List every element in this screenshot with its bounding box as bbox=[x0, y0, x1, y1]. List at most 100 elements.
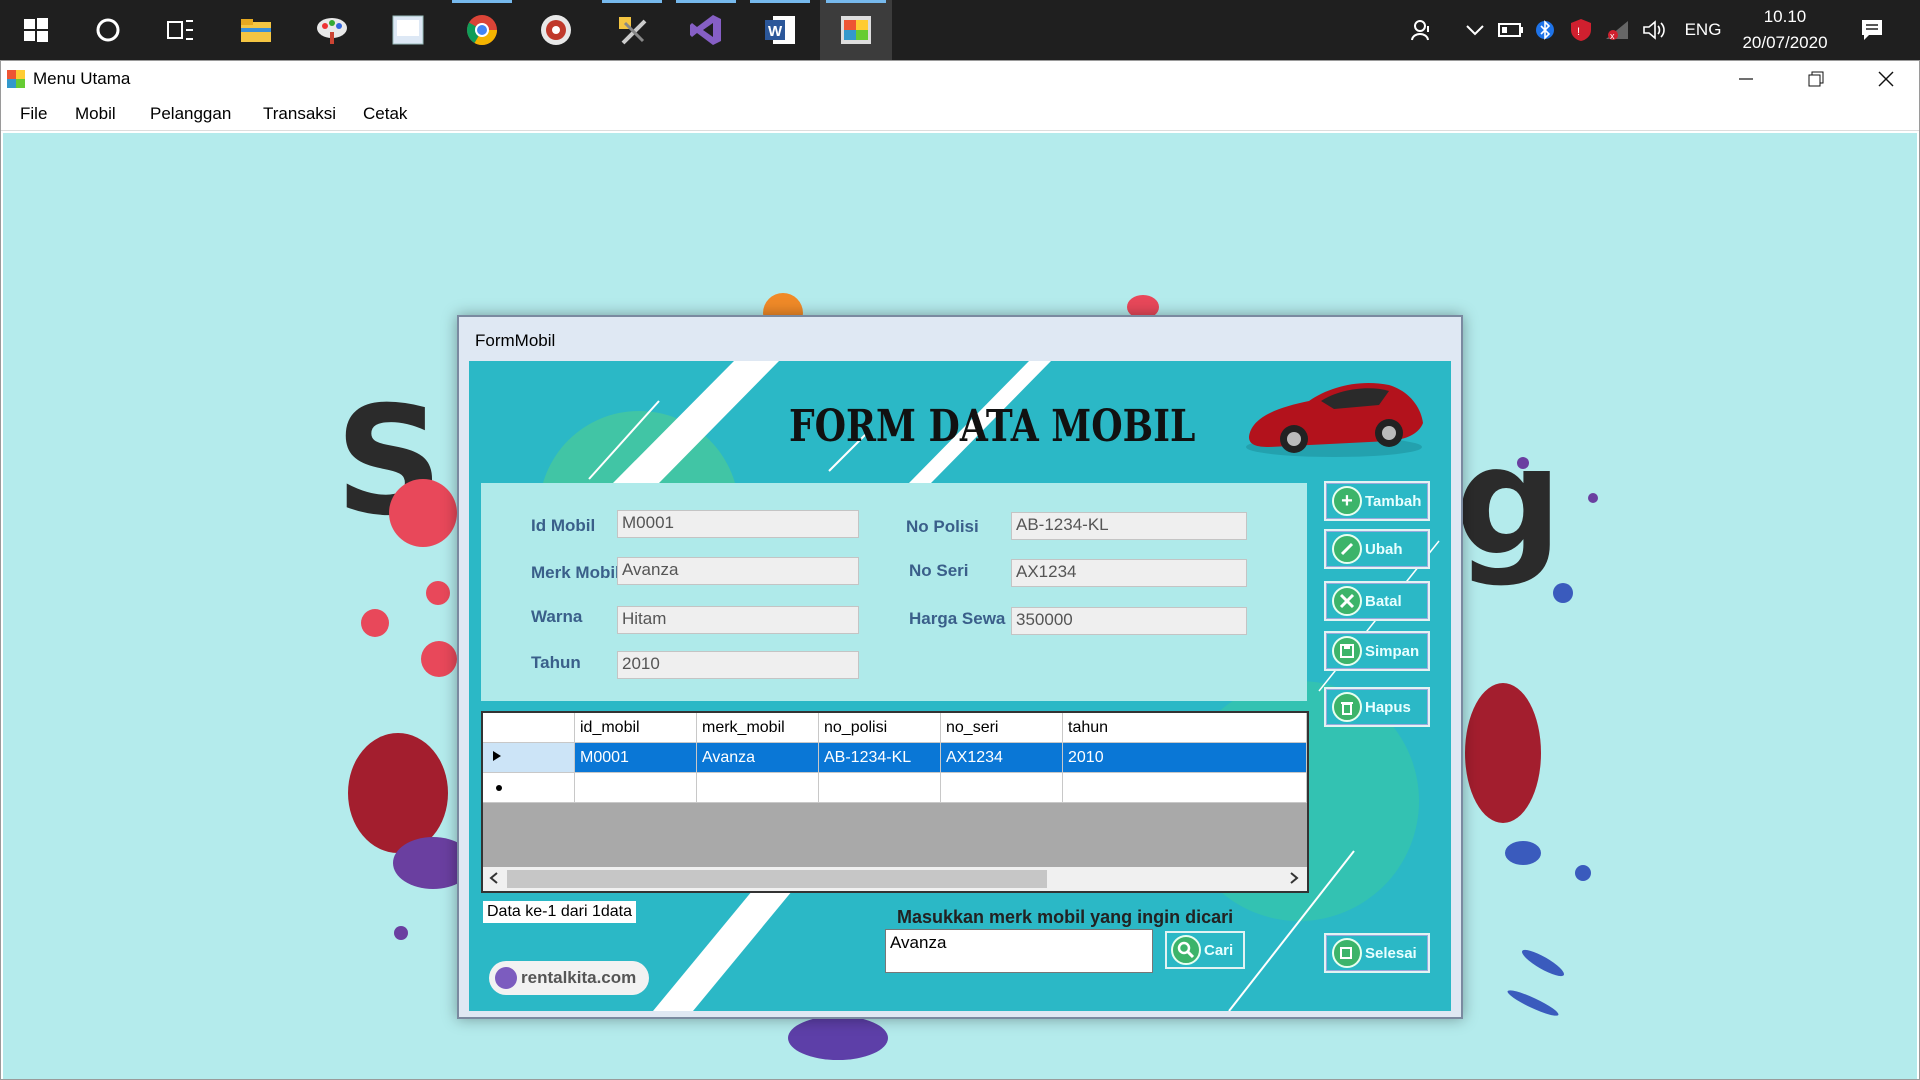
id-mobil-field[interactable]: M0001 bbox=[617, 510, 859, 538]
hapus-button[interactable]: Hapus bbox=[1324, 687, 1430, 727]
app-icon[interactable] bbox=[372, 0, 444, 60]
table-cell[interactable]: M0001 bbox=[575, 743, 697, 773]
label-tahun: Tahun bbox=[531, 653, 581, 672]
scrollbar-thumb[interactable] bbox=[507, 870, 1047, 888]
new-row-cell[interactable] bbox=[941, 773, 1063, 803]
grid-corner bbox=[483, 713, 575, 743]
task-view-icon[interactable] bbox=[144, 0, 216, 60]
trash-icon bbox=[1332, 692, 1362, 722]
form-title: FormMobil bbox=[475, 331, 556, 350]
label-warna: Warna bbox=[531, 607, 583, 626]
people-icon[interactable] bbox=[1404, 0, 1440, 60]
chrome-icon[interactable] bbox=[446, 0, 518, 60]
close-button[interactable] bbox=[1851, 61, 1920, 97]
input-panel: Id Mobil M0001 Merk Mobil Avanza Warna H… bbox=[481, 483, 1307, 701]
search-input[interactable]: Avanza bbox=[885, 929, 1153, 973]
paint-icon[interactable] bbox=[296, 0, 368, 60]
main-window: Menu Utama File Mobil Pelanggan Transaks… bbox=[0, 60, 1920, 1080]
tambah-label: Tambah bbox=[1365, 492, 1422, 510]
new-row-icon bbox=[496, 785, 502, 791]
no-seri-field[interactable]: AX1234 bbox=[1011, 559, 1247, 587]
data-grid[interactable]: id_mobil merk_mobil no_polisi no_seri ta… bbox=[481, 711, 1309, 893]
menu-pelanggan[interactable]: Pelanggan bbox=[150, 104, 231, 124]
cortana-icon[interactable] bbox=[72, 0, 144, 60]
clock-date: 20/07/2020 bbox=[1742, 33, 1828, 52]
app-icon bbox=[7, 70, 25, 93]
column-header-no-seri[interactable]: no_seri bbox=[941, 713, 1063, 743]
column-header-merk-mobil[interactable]: merk_mobil bbox=[697, 713, 819, 743]
warna-field[interactable]: Hitam bbox=[617, 606, 859, 634]
table-cell[interactable]: 2010 bbox=[1063, 743, 1307, 773]
new-row-header[interactable] bbox=[483, 773, 575, 803]
menu-mobil[interactable]: Mobil bbox=[75, 104, 116, 124]
simpan-button[interactable]: Simpan bbox=[1324, 631, 1430, 671]
form-mobil-window: FormMobil FORM DATA MOBIL Id Mobil M0001… bbox=[457, 315, 1463, 1019]
battery-icon[interactable] bbox=[1496, 0, 1526, 60]
batal-button[interactable]: Batal bbox=[1324, 581, 1430, 621]
word-icon[interactable]: W bbox=[744, 0, 816, 60]
clock-time: 10.10 bbox=[1763, 7, 1807, 26]
svg-text:g: g bbox=[1455, 415, 1562, 589]
restore-button[interactable] bbox=[1781, 61, 1851, 97]
language-indicator[interactable]: ENG bbox=[1680, 0, 1726, 60]
menu-cetak[interactable]: Cetak bbox=[363, 104, 407, 124]
form-client-area: FORM DATA MOBIL Id Mobil M0001 Merk Mobi… bbox=[469, 361, 1451, 1011]
volume-icon[interactable] bbox=[1638, 0, 1672, 60]
menu-file[interactable]: File bbox=[20, 104, 47, 124]
save-icon bbox=[1332, 636, 1362, 666]
bluetooth-icon[interactable] bbox=[1530, 0, 1560, 60]
label-merk-mobil: Merk Mobil bbox=[531, 563, 620, 582]
new-row-cell[interactable] bbox=[575, 773, 697, 803]
visual-studio-icon[interactable] bbox=[670, 0, 742, 60]
harga-sewa-field[interactable]: 350000 bbox=[1011, 607, 1247, 635]
new-row-cell[interactable] bbox=[819, 773, 941, 803]
menu-transaksi[interactable]: Transaksi bbox=[263, 104, 336, 124]
table-cell[interactable]: AB-1234-KL bbox=[819, 743, 941, 773]
mdi-background: S g FormMobil FORM DATA MOBIL Id Mobil M… bbox=[3, 133, 1917, 1079]
tambah-button[interactable]: + Tambah bbox=[1324, 481, 1430, 521]
label-no-polisi: No Polisi bbox=[906, 517, 979, 536]
column-header-id-mobil[interactable]: id_mobil bbox=[575, 713, 697, 743]
selesai-button[interactable]: Selesai bbox=[1324, 933, 1430, 973]
new-row-cell[interactable] bbox=[1063, 773, 1307, 803]
exit-icon bbox=[1332, 938, 1362, 968]
new-row-cell[interactable] bbox=[697, 773, 819, 803]
tahun-field[interactable]: 2010 bbox=[617, 651, 859, 679]
notification-icon[interactable] bbox=[1852, 0, 1892, 60]
simpan-label: Simpan bbox=[1365, 642, 1420, 660]
batal-label: Batal bbox=[1365, 592, 1402, 610]
security-shield-icon[interactable]: ! bbox=[1566, 0, 1596, 60]
title-bar: Menu Utama bbox=[1, 61, 1919, 97]
hapus-label: Hapus bbox=[1365, 698, 1411, 716]
row-header[interactable] bbox=[483, 743, 575, 773]
svg-text:!: ! bbox=[1577, 26, 1580, 38]
tools-icon[interactable] bbox=[596, 0, 668, 60]
table-cell[interactable]: AX1234 bbox=[941, 743, 1063, 773]
windows-start-icon[interactable] bbox=[0, 0, 72, 60]
winforms-app-icon[interactable] bbox=[820, 0, 892, 60]
table-cell[interactable]: Avanza bbox=[697, 743, 819, 773]
network-icon[interactable]: x bbox=[1602, 0, 1632, 60]
column-header-tahun[interactable]: tahun bbox=[1063, 713, 1307, 743]
ubah-button[interactable]: Ubah bbox=[1324, 529, 1430, 569]
no-polisi-field[interactable]: AB-1234-KL bbox=[1011, 512, 1247, 540]
merk-mobil-field[interactable]: Avanza bbox=[617, 557, 859, 585]
window-title: Menu Utama bbox=[33, 69, 131, 88]
pencil-icon bbox=[1332, 534, 1362, 564]
brand-text: rentalkita.com bbox=[521, 968, 637, 987]
column-header-no-polisi[interactable]: no_polisi bbox=[819, 713, 941, 743]
svg-text:W: W bbox=[768, 23, 783, 40]
cancel-icon bbox=[1332, 586, 1362, 616]
search-icon bbox=[1171, 935, 1201, 965]
media-icon[interactable] bbox=[520, 0, 592, 60]
clock[interactable]: 10.10 20/07/2020 bbox=[1730, 4, 1840, 56]
scroll-left-icon[interactable] bbox=[489, 871, 499, 890]
scroll-right-icon[interactable] bbox=[1289, 871, 1299, 890]
label-harga-sewa: Harga Sewa bbox=[909, 609, 1006, 628]
file-explorer-icon[interactable] bbox=[220, 0, 292, 60]
cari-button[interactable]: Cari bbox=[1165, 931, 1245, 969]
horizontal-scrollbar[interactable] bbox=[483, 867, 1307, 891]
chevron-up-icon[interactable] bbox=[1458, 0, 1492, 60]
svg-text:x: x bbox=[1610, 31, 1615, 41]
minimize-button[interactable] bbox=[1711, 61, 1781, 97]
